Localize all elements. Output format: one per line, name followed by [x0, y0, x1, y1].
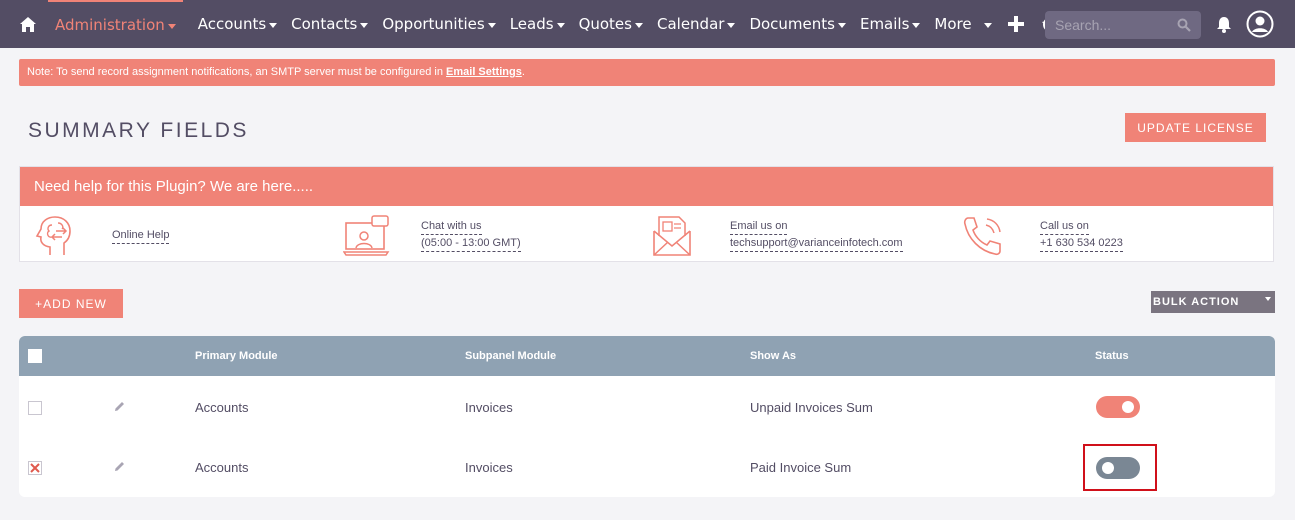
smtp-notice-text: Note: To send record assignment notifica… — [27, 66, 447, 78]
row-primary-module: Accounts — [195, 400, 249, 415]
chat-help[interactable]: Chat with us (05:00 - 13:00 GMT) — [343, 215, 521, 257]
nav-quotes-label: Quotes — [578, 15, 632, 33]
phone-icon — [963, 217, 1001, 256]
search-input[interactable] — [1055, 17, 1165, 33]
row-show-as: Unpaid Invoices Sum — [750, 400, 873, 415]
nav-accounts-label: Accounts — [197, 15, 267, 33]
nav-more[interactable]: More — [927, 0, 998, 48]
close-icon — [28, 461, 42, 475]
email-help[interactable]: Email us on techsupport@varianceinfotech… — [652, 215, 903, 257]
nav-contacts-label: Contacts — [291, 15, 358, 33]
email-label[interactable]: Email us on — [730, 219, 788, 235]
table-header: Primary Module Subpanel Module Show As S… — [19, 336, 1275, 376]
chat-support-icon — [343, 215, 390, 256]
chat-hours[interactable]: (05:00 - 13:00 GMT) — [421, 236, 521, 252]
call-label[interactable]: Call us on — [1040, 219, 1089, 235]
column-subpanel-module[interactable]: Subpanel Module — [465, 350, 556, 362]
top-navigation: Administration Accounts Contacts Opportu… — [0, 0, 1295, 48]
call-help[interactable]: Call us on +1 630 534 0223 — [962, 215, 1123, 257]
nav-calendar[interactable]: Calendar — [650, 0, 742, 48]
online-help[interactable]: Online Help — [34, 215, 170, 257]
plugin-help-panel: Need help for this Plugin? We are here..… — [19, 166, 1274, 262]
toggle-knob — [1122, 401, 1134, 413]
chevron-down-icon — [983, 22, 992, 28]
highlight-box — [1083, 444, 1157, 491]
chevron-down-icon — [837, 22, 846, 28]
support-phone[interactable]: +1 630 534 0223 — [1040, 236, 1123, 252]
status-toggle[interactable] — [1096, 396, 1140, 418]
row-checkbox[interactable] — [28, 401, 42, 415]
nav-administration-label: Administration — [55, 16, 165, 34]
search-icon[interactable] — [1177, 18, 1191, 32]
chevron-down-icon — [727, 22, 736, 28]
column-show-as[interactable]: Show As — [750, 350, 796, 362]
chevron-down-icon — [556, 22, 565, 28]
help-header: Need help for this Plugin? We are here..… — [20, 167, 1273, 206]
nav-accounts[interactable]: Accounts — [191, 0, 284, 48]
update-license-button[interactable]: UPDATE LICENSE — [1125, 113, 1266, 142]
nav-opportunities[interactable]: Opportunities — [375, 0, 502, 48]
envelope-icon — [653, 216, 691, 256]
bulk-action-dropdown[interactable]: BULK ACTION — [1151, 291, 1275, 313]
chevron-down-icon — [167, 23, 176, 29]
notifications-button[interactable] — [1207, 0, 1241, 48]
global-search[interactable] — [1045, 11, 1201, 39]
email-settings-link[interactable]: Email Settings — [446, 66, 522, 78]
row-primary-module: Accounts — [195, 460, 249, 475]
chevron-down-icon — [1265, 297, 1271, 301]
chat-label[interactable]: Chat with us — [421, 219, 482, 235]
pencil-icon[interactable] — [113, 400, 126, 413]
nav-emails[interactable]: Emails — [853, 0, 927, 48]
row-checkbox[interactable] — [28, 461, 42, 475]
select-all-checkbox[interactable] — [28, 349, 42, 363]
brain-help-icon — [35, 216, 71, 255]
table-row: Accounts Invoices Unpaid Invoices Sum — [19, 376, 1275, 436]
nav-documents-label: Documents — [749, 15, 835, 33]
nav-contacts[interactable]: Contacts — [284, 0, 375, 48]
bulk-action-label: BULK ACTION — [1153, 296, 1240, 308]
add-new-button[interactable]: +ADD NEW — [19, 289, 123, 318]
row-show-as: Paid Invoice Sum — [750, 460, 852, 475]
row-subpanel-module: Invoices — [465, 400, 513, 415]
column-primary-module[interactable]: Primary Module — [195, 350, 278, 362]
row-subpanel-module: Invoices — [465, 460, 513, 475]
home-icon — [20, 16, 36, 32]
nav-documents[interactable]: Documents — [742, 0, 853, 48]
plus-icon — [1007, 16, 1024, 32]
nav-calendar-label: Calendar — [656, 15, 725, 33]
user-menu-button[interactable] — [1243, 0, 1277, 48]
chevron-down-icon — [487, 22, 496, 28]
nav-more-label: More — [934, 15, 972, 33]
home-button[interactable] — [8, 0, 48, 48]
page-title: SUMMARY FIELDS — [28, 119, 249, 142]
pencil-icon[interactable] — [113, 460, 126, 473]
smtp-notice-suffix: . — [521, 66, 525, 78]
nav-leads-label: Leads — [509, 15, 554, 33]
nav-administration[interactable]: Administration — [48, 0, 183, 48]
chevron-down-icon — [269, 22, 278, 28]
online-help-link[interactable]: Online Help — [112, 228, 170, 244]
nav-quotes[interactable]: Quotes — [572, 0, 650, 48]
column-status[interactable]: Status — [1095, 350, 1129, 362]
create-button[interactable] — [999, 0, 1033, 48]
support-email[interactable]: techsupport@varianceinfotech.com — [730, 236, 903, 252]
nav-leads[interactable]: Leads — [503, 0, 572, 48]
chevron-down-icon — [634, 22, 643, 28]
chevron-down-icon — [912, 22, 921, 28]
smtp-notice: Note: To send record assignment notifica… — [19, 59, 1275, 86]
chevron-down-icon — [360, 22, 369, 28]
nav-emails-label: Emails — [859, 15, 910, 33]
nav-opportunities-label: Opportunities — [382, 15, 485, 33]
user-icon — [1246, 10, 1274, 38]
bell-icon — [1217, 16, 1231, 33]
